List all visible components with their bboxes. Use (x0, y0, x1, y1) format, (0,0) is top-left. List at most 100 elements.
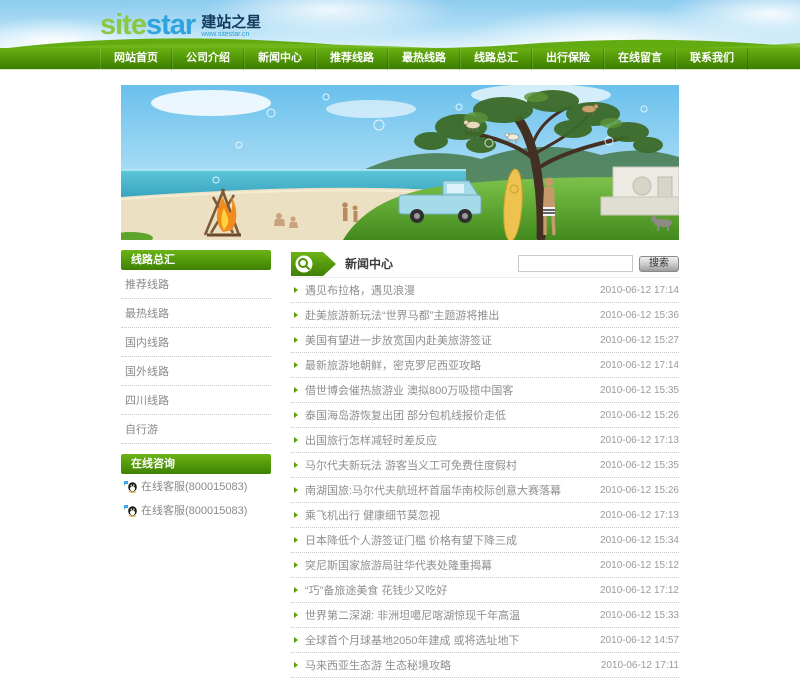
service-list: 在线客服(800015083) 在线客服(800015083) (121, 474, 271, 522)
news-title-link[interactable]: 乘飞机出行 健康细节莫忽视 (305, 507, 592, 523)
news-row: 马来西亚生态游 生态秘境攻略 2010-06-12 17:11 (291, 653, 679, 678)
news-title-link[interactable]: 赴美旅游新玩法“世界马都”主题游将推出 (305, 307, 592, 323)
news-row: 世界第二深湖: 非洲坦噶尼喀湖惊现千年高温 2010-06-12 15:33 (291, 603, 679, 628)
arrow-bullet-icon (294, 662, 298, 668)
news-date: 2010-06-12 17:14 (600, 359, 679, 371)
news-date: 2010-06-12 15:33 (600, 609, 679, 621)
sidebar-route-link[interactable]: 国内线路 (121, 328, 271, 357)
arrow-bullet-icon (294, 312, 298, 318)
arrow-bullet-icon (294, 387, 298, 393)
news-date: 2010-06-12 15:26 (600, 409, 679, 421)
news-date: 2010-06-12 15:12 (600, 559, 679, 571)
online-service-link[interactable]: 在线客服(800015083) (121, 474, 271, 498)
news-row: 赴美旅游新玩法“世界马都”主题游将推出 2010-06-12 15:36 (291, 303, 679, 328)
news-row: 借世博会催热旅游业 澳拟800万吸揽中国客 2010-06-12 15:35 (291, 378, 679, 403)
news-date: 2010-06-12 15:26 (600, 484, 679, 496)
nav-item[interactable]: 推荐线路 (316, 48, 388, 70)
qq-penguin-icon (124, 504, 137, 517)
sidebar-route-link[interactable]: 自行游 (121, 415, 271, 444)
arrow-bullet-icon (294, 412, 298, 418)
service-label: 在线客服(800015083) (141, 481, 248, 493)
search-button[interactable]: 搜索 (639, 255, 679, 272)
sidebar-route-link[interactable]: 四川线路 (121, 386, 271, 415)
beach-scene-illustration (121, 85, 679, 240)
site-header: sitestar 建站之星 www.sitestar.cn (0, 0, 800, 48)
news-title-link[interactable]: 美国有望进一步放宽国内赴美旅游签证 (305, 332, 592, 348)
news-list: 遇见布拉格，遇见浪漫 2010-06-12 17:14 赴美旅游新玩法“世界马都… (291, 278, 679, 678)
banner-image (121, 85, 679, 240)
routes-section-title: 线路总汇 (121, 250, 271, 270)
arrow-bullet-icon (294, 587, 298, 593)
grass-hills-decoration (8, 38, 800, 48)
news-title-link[interactable]: 借世博会催热旅游业 澳拟800万吸揽中国客 (305, 382, 592, 398)
arrow-bullet-icon (294, 637, 298, 643)
arrow-bullet-icon (294, 337, 298, 343)
sidebar-route-link[interactable]: 推荐线路 (121, 270, 271, 299)
nav-item[interactable]: 在线留言 (604, 48, 676, 70)
news-date: 2010-06-12 17:11 (600, 659, 679, 671)
news-row: 最新旅游地朝鲜，密克罗尼西亚攻略 2010-06-12 17:14 (291, 353, 679, 378)
left-sidebar: 线路总汇 推荐线路 最热线路 国内线路 国外线路 四川线路 自行游 在线咨询 在… (121, 250, 271, 685)
service-section-title: 在线咨询 (121, 454, 271, 474)
news-date: 2010-06-12 17:13 (600, 509, 679, 521)
news-row: 乘飞机出行 健康细节莫忽视 2010-06-12 17:13 (291, 503, 679, 528)
news-title-link[interactable]: 日本降低个人游签证门槛 价格有望下降三成 (305, 532, 592, 548)
news-date: 2010-06-12 15:27 (600, 334, 679, 346)
arrow-bullet-icon (294, 462, 298, 468)
news-row: 突尼斯国家旅游局驻华代表处隆重揭幕 2010-06-12 15:12 (291, 553, 679, 578)
arrow-bullet-icon (294, 287, 298, 293)
nav-item[interactable]: 新闻中心 (244, 48, 316, 70)
arrow-bullet-icon (294, 512, 298, 518)
arrow-bullet-icon (294, 562, 298, 568)
nav-item[interactable]: 网站首页 (100, 48, 172, 70)
service-label: 在线客服(800015083) (141, 505, 248, 517)
news-section-title: 新闻中心 (345, 257, 394, 271)
news-title-link[interactable]: 泰国海岛游恢复出团 部分包机线报价走低 (305, 407, 592, 423)
news-title-link[interactable]: 遇见布拉格，遇见浪漫 (305, 282, 592, 298)
main-navbar: 网站首页 公司介绍 新闻中心 推荐线路 最热线路 线路总汇 出行保险 在线留言 联系我们 (0, 48, 800, 70)
arrow-bullet-icon (294, 487, 298, 493)
news-section-icon (291, 251, 336, 276)
news-row: 泰国海岛游恢复出团 部分包机线报价走低 2010-06-12 15:26 (291, 403, 679, 428)
arrow-bullet-icon (294, 362, 298, 368)
news-date: 2010-06-12 14:57 (600, 634, 679, 646)
news-title-link[interactable]: 南湖国旅:马尔代夫航班杯首届华南校际创意大赛落幕 (305, 482, 592, 498)
news-title-link[interactable]: 出国旅行怎样减轻时差反应 (305, 432, 592, 448)
news-date: 2010-06-12 17:13 (600, 434, 679, 446)
news-title-link[interactable]: 最新旅游地朝鲜，密克罗尼西亚攻略 (305, 357, 592, 373)
nav-item[interactable]: 最热线路 (388, 48, 460, 70)
news-row: 日本降低个人游签证门槛 价格有望下降三成 2010-06-12 15:34 (291, 528, 679, 553)
arrow-bullet-icon (294, 612, 298, 618)
news-date: 2010-06-12 15:34 (600, 534, 679, 546)
news-title-link[interactable]: 世界第二深湖: 非洲坦噶尼喀湖惊现千年高温 (305, 607, 592, 623)
arrow-bullet-icon (294, 537, 298, 543)
qq-penguin-icon (124, 480, 137, 493)
sidebar-route-link[interactable]: 最热线路 (121, 299, 271, 328)
news-title-link[interactable]: 全球首个月球基地2050年建成 或将选址地下 (305, 632, 592, 648)
news-title-link[interactable]: 马尔代夫新玩法 游客当义工可免费住度假村 (305, 457, 592, 473)
news-title-link[interactable]: 马来西亚生态游 生态秘境攻略 (305, 657, 593, 673)
search-input[interactable] (518, 255, 633, 272)
nav-items: 网站首页 公司介绍 新闻中心 推荐线路 最热线路 线路总汇 出行保险 在线留言 联系我们 (100, 48, 748, 70)
nav-item[interactable]: 出行保险 (532, 48, 604, 70)
logo-brand-cn: 建站之星 (201, 14, 262, 31)
nav-item[interactable]: 公司介绍 (172, 48, 244, 70)
news-title-link[interactable]: 突尼斯国家旅游局驻华代表处隆重揭幕 (305, 557, 592, 573)
nav-item[interactable]: 联系我们 (676, 48, 748, 70)
news-date: 2010-06-12 15:35 (600, 384, 679, 396)
online-service-link[interactable]: 在线客服(800015083) (121, 498, 271, 522)
news-panel: 新闻中心 搜索 遇见布拉格，遇见浪漫 2010-06-12 17:14 赴美旅游… (291, 250, 679, 685)
news-row: 全球首个月球基地2050年建成 或将选址地下 2010-06-12 14:57 (291, 628, 679, 653)
news-row: 马尔代夫新玩法 游客当义工可免费住度假村 2010-06-12 15:35 (291, 453, 679, 478)
sidebar-route-link[interactable]: 国外线路 (121, 357, 271, 386)
news-title-link[interactable]: “巧”备旅途美食 花钱少又吃好 (305, 582, 592, 598)
news-date: 2010-06-12 17:14 (600, 284, 679, 296)
news-row: “巧”备旅途美食 花钱少又吃好 2010-06-12 17:12 (291, 578, 679, 603)
nav-item[interactable]: 线路总汇 (460, 48, 532, 70)
news-date: 2010-06-12 15:35 (600, 459, 679, 471)
news-row: 南湖国旅:马尔代夫航班杯首届华南校际创意大赛落幕 2010-06-12 15:2… (291, 478, 679, 503)
routes-list: 推荐线路 最热线路 国内线路 国外线路 四川线路 自行游 (121, 270, 271, 444)
news-row: 遇见布拉格，遇见浪漫 2010-06-12 17:14 (291, 278, 679, 303)
news-row: 美国有望进一步放宽国内赴美旅游签证 2010-06-12 15:27 (291, 328, 679, 353)
arrow-bullet-icon (294, 437, 298, 443)
